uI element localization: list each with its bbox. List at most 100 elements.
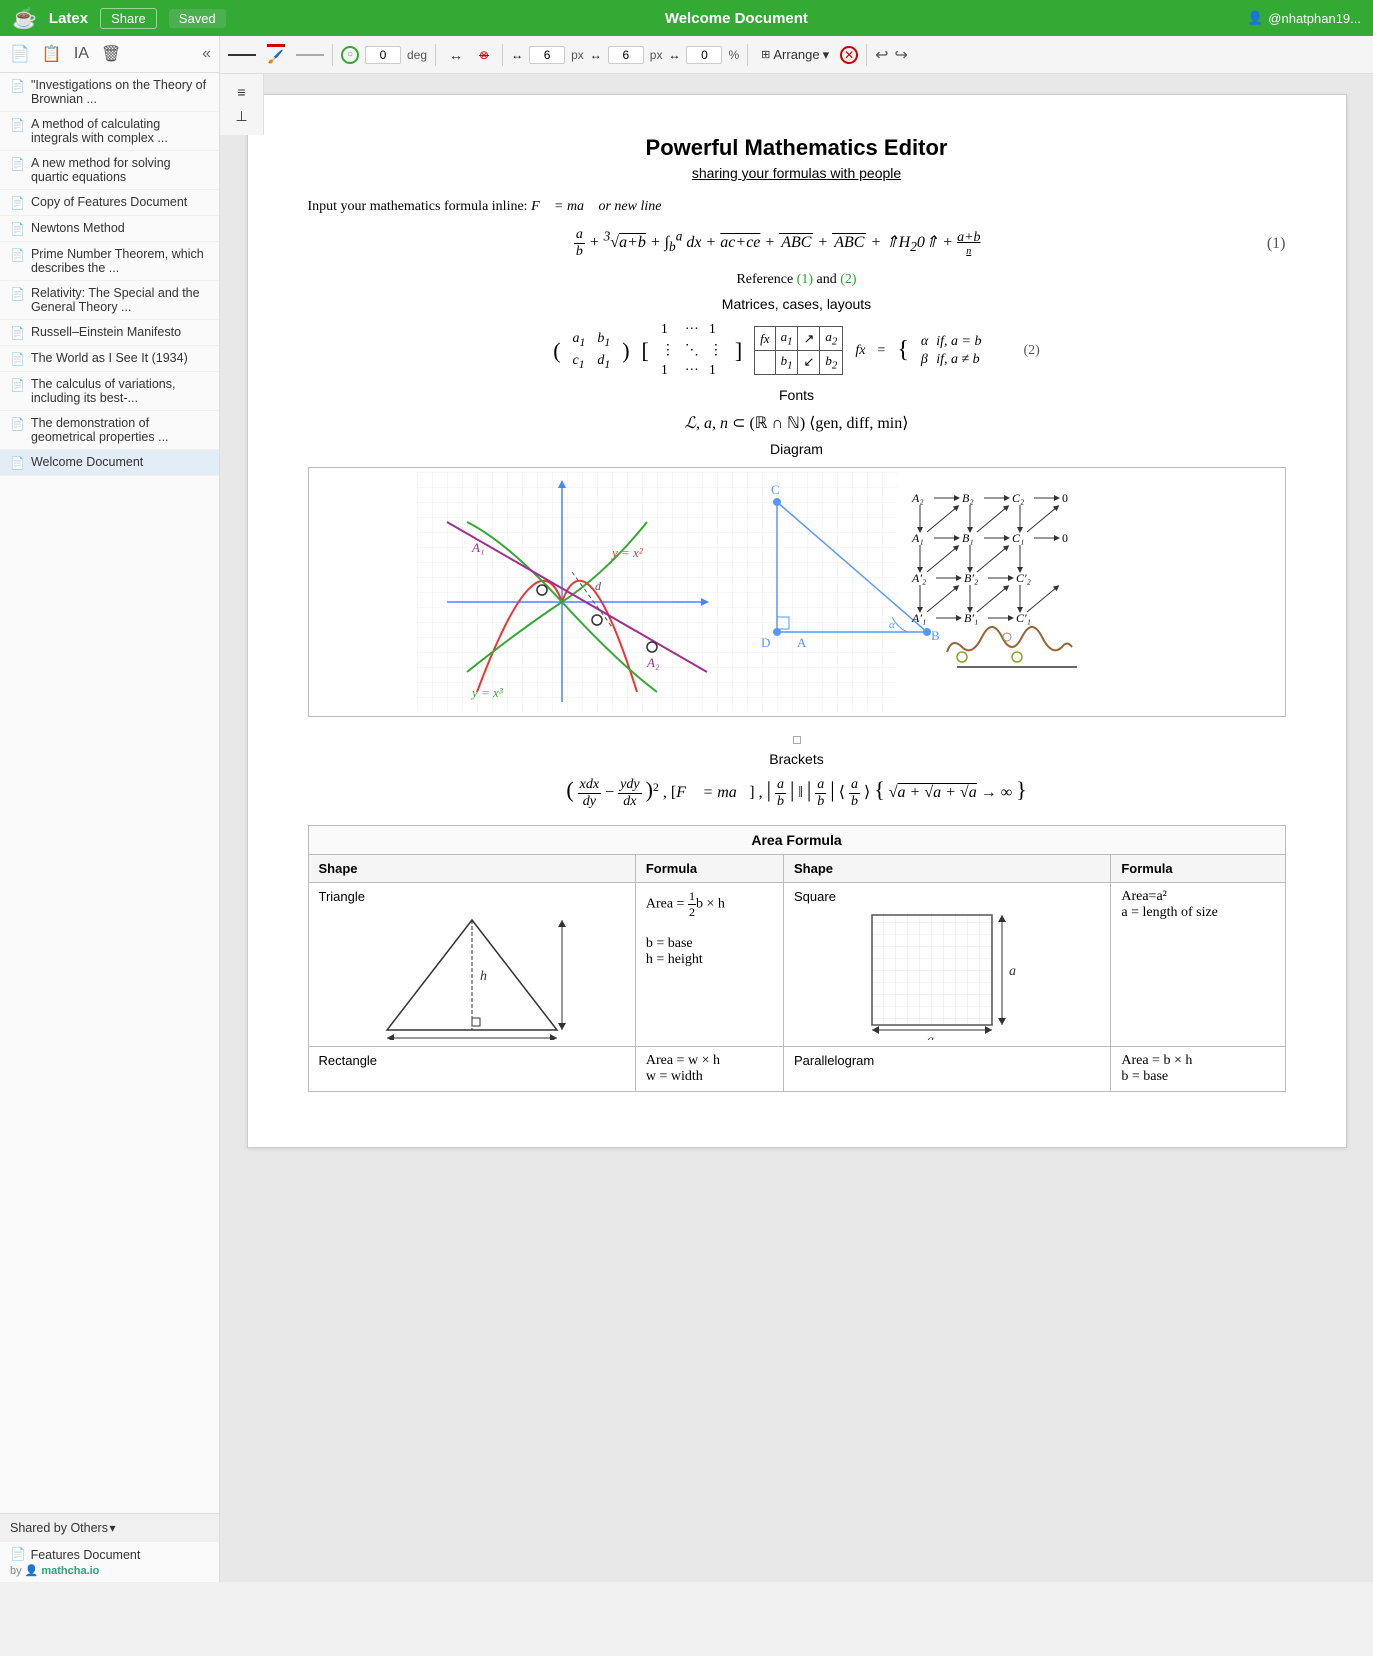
reference-line: Reference (1) and (2): [308, 272, 1286, 288]
angle-input[interactable]: [365, 46, 401, 64]
collapse-sidebar-button[interactable]: «: [202, 45, 211, 63]
col-header-formula1: Formula: [635, 855, 783, 883]
separator-1: [332, 44, 333, 66]
doc-icon: 📄: [10, 456, 25, 470]
flip-v-button[interactable]: ⊗: [474, 45, 494, 64]
shape-square: Square: [784, 883, 1111, 1047]
sidebar-item-label: Welcome Document: [31, 455, 143, 469]
close-button[interactable]: ✕: [840, 46, 858, 64]
doc-icon: 📄: [10, 196, 25, 210]
angle-unit-label: deg: [407, 48, 427, 62]
svg-text:C₁: C₁: [1012, 531, 1024, 545]
flip-h-button[interactable]: ↔: [444, 45, 468, 65]
formula-rectangle: Area = w × h w = width: [635, 1047, 783, 1092]
formula-square: Area=a² a = length of size: [1111, 883, 1285, 1047]
formula-triangle: Area = 12b × h b = base h = height: [635, 883, 783, 1047]
sidebar-item-doc-8[interactable]: 📄Russell–Einstein Manifesto: [0, 320, 219, 346]
px-label-2: px: [650, 48, 663, 62]
shared-item[interactable]: 📄 Features Document by 👤 mathcha.io: [0, 1542, 219, 1582]
sidebar-item-label: The demonstration of geometrical propert…: [31, 416, 209, 444]
brackets-content: ( xdx dy − ydy dx )2 , [F⃗ = ma⃗] , | a …: [308, 777, 1286, 810]
sidebar-item-doc-9[interactable]: 📄The World as I See It (1934): [0, 346, 219, 372]
toolbar: 🖌️ ○ deg ↔ ⊗ ↔ px ↔ px ↔ % ⊞ Arrange ▾ ✕…: [220, 36, 1373, 74]
separator-3: [502, 44, 503, 66]
svg-text:y = x³: y = x³: [470, 685, 504, 700]
vertical-toolbar: ≡ ⊥: [220, 74, 264, 135]
matrices-section-label: Matrices, cases, layouts: [308, 296, 1286, 312]
separator-5: [866, 44, 867, 66]
svg-text:d: d: [595, 579, 602, 593]
doc-icon: 📄: [10, 248, 25, 262]
delete-button[interactable]: 🗑: [99, 42, 123, 66]
sidebar-item-doc-3[interactable]: 📄 A new method for solving quartic equati…: [0, 151, 219, 190]
percent-arrow-icon: ↔: [668, 48, 680, 62]
doc-icon: 📄: [10, 118, 25, 132]
px-label-1: px: [571, 48, 584, 62]
width2-input[interactable]: [608, 46, 644, 64]
width-arrow-icon: ↔: [511, 48, 523, 62]
percent-input[interactable]: [686, 46, 722, 64]
sidebar-item-label: A method of calculating integrals with c…: [31, 117, 209, 145]
doc-icon: 📄: [10, 287, 25, 301]
flip-v-icon: ⊗: [479, 47, 489, 62]
sidebar-item-doc-4[interactable]: 📄 Copy of Features Document: [0, 190, 219, 216]
svg-text:0: 0: [1062, 491, 1068, 505]
document-title: Welcome Document: [238, 10, 1235, 27]
sidebar-item-doc-11[interactable]: 📄The demonstration of geometrical proper…: [0, 411, 219, 450]
redo-button[interactable]: ↪: [895, 45, 908, 65]
svg-text:A′₂: A′₂: [911, 571, 926, 585]
svg-text:C: C: [771, 482, 780, 497]
page-square-icon: [793, 736, 801, 744]
sidebar-item-label: "Investigations on the Theory of Brownia…: [31, 78, 209, 106]
sidebar-item-label: The World as I See It (1934): [31, 351, 188, 365]
insert-button[interactable]: ⊥: [230, 106, 252, 127]
doc-icon: 📄: [10, 157, 25, 171]
sidebar-item-doc-2[interactable]: 📄 A method of calculating integrals with …: [0, 112, 219, 151]
shared-section-label: Shared by Others: [10, 1521, 110, 1535]
svg-text:D: D: [761, 635, 770, 650]
ia-button[interactable]: IA: [72, 43, 91, 65]
shared-section-header[interactable]: Shared by Others ▾: [0, 1514, 219, 1542]
svg-text:a: a: [1009, 964, 1016, 979]
line-color-button[interactable]: 🖌️: [262, 42, 290, 67]
sidebar-item-doc-12[interactable]: 📄 Welcome Document: [0, 450, 219, 476]
sidebar-item-doc-10[interactable]: 📄The calculus of variations, including i…: [0, 372, 219, 411]
arrange-button[interactable]: ⊞ Arrange ▾: [756, 45, 834, 65]
sidebar-item-doc-1[interactable]: 📄"Investigations on the Theory of Browni…: [0, 73, 219, 112]
shared-doc-title: Features Document: [31, 1548, 141, 1562]
svg-text:0: 0: [1062, 531, 1068, 545]
top-bar: ☕ Latex Share Saved Welcome Document 👤 @…: [0, 0, 1373, 36]
undo-button[interactable]: ↩: [875, 45, 888, 65]
new-doc-button[interactable]: 📄: [8, 42, 32, 66]
flip-h-icon: ↔: [449, 47, 463, 63]
svg-text:C₂: C₂: [1012, 491, 1024, 505]
sidebar-item-label: A new method for solving quartic equatio…: [31, 156, 209, 184]
svg-text:C′₂: C′₂: [1016, 571, 1031, 585]
fonts-content: ℒ, a, n ⊂ (ℝ ∩ ℕ) ⟨gen, diff, min⟩: [308, 413, 1286, 433]
sidebar-item-label: Copy of Features Document: [31, 195, 187, 209]
table-row: Triangle h: [308, 883, 1285, 1047]
col-header-shape1: Shape: [308, 855, 635, 883]
sidebar-item-doc-6[interactable]: 📄Prime Number Theorem, which describes t…: [0, 242, 219, 281]
sidebar-item-label: Newtons Method: [31, 221, 125, 235]
share-button[interactable]: Share: [100, 8, 157, 29]
width1-input[interactable]: [529, 46, 565, 64]
diagram-section-label: Diagram: [308, 441, 1286, 457]
copy-button[interactable]: 📋: [40, 42, 64, 66]
sidebar-item-doc-7[interactable]: 📄Relativity: The Special and the General…: [0, 281, 219, 320]
sidebar-item-doc-5[interactable]: 📄Newtons Method: [0, 216, 219, 242]
shape-parallelogram: Parallelogram: [784, 1047, 1111, 1092]
svg-text:A₁: A₁: [911, 531, 924, 545]
user-icon: 👤: [1247, 10, 1263, 26]
inline-formula-text: Input your mathematics formula inline: F…: [308, 199, 1286, 215]
height-arrow-icon: ↔: [590, 48, 602, 62]
shared-by-label: by: [10, 1565, 22, 1577]
doc-title: Powerful Mathematics Editor: [308, 135, 1286, 161]
text-format-button[interactable]: ≡: [232, 82, 250, 102]
doc-subtitle: sharing your formulas with people: [308, 165, 1286, 181]
shared-doc-icon: 📄: [10, 1547, 26, 1562]
saved-button[interactable]: Saved: [169, 9, 226, 28]
col-header-formula2: Formula: [1111, 855, 1285, 883]
matrices-content: ( a1b1 c1d1 ) [ 1···1 ⋮⋱⋮ 1···1 ] fx a1 …: [308, 322, 1286, 379]
svg-text:A: A: [797, 635, 807, 650]
